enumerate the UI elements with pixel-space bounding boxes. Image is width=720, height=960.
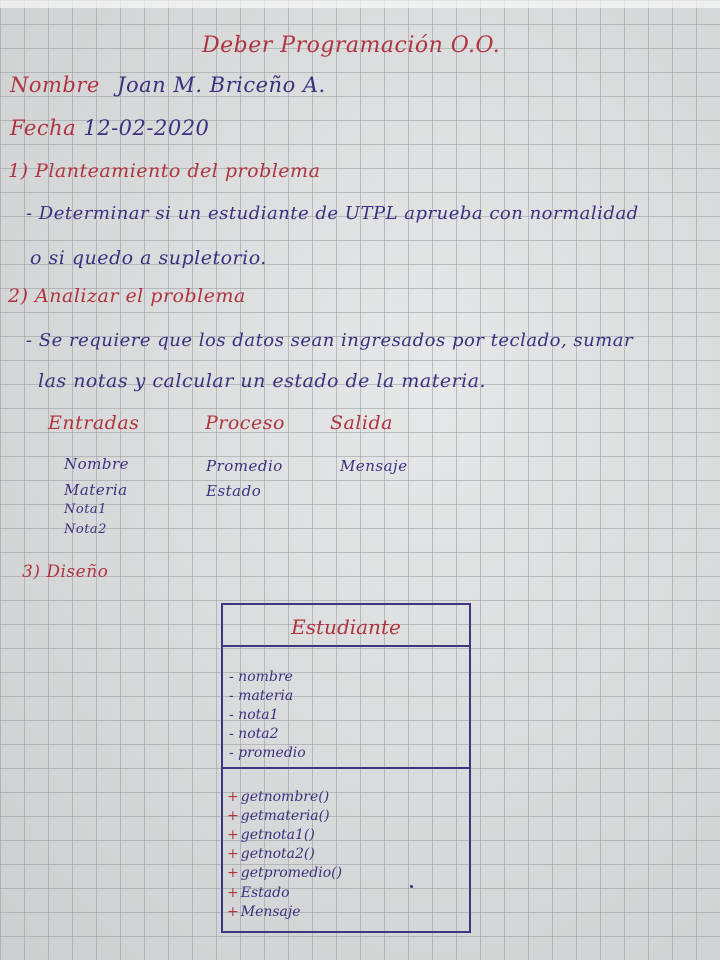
entrada-item: Materia [64, 481, 128, 499]
uml-method: + getmateria() [227, 808, 330, 824]
fecha-line: Fecha 12-02-2020 [10, 116, 209, 140]
uml-attribute: - nota1 [229, 707, 279, 723]
nombre-label: Nombre [10, 73, 100, 97]
header-salida: Salida [330, 412, 393, 434]
uml-attribute: - promedio [229, 745, 306, 761]
method-prefix: + [227, 827, 239, 843]
uml-method-label: getmateria() [240, 808, 330, 824]
ink-dot [410, 885, 413, 888]
section-2-heading: 2) Analizar el problema [8, 285, 246, 307]
uml-method: + Mensaje [227, 904, 301, 920]
uml-method-label: Estado [240, 885, 290, 901]
uml-method: + getnombre() [227, 789, 329, 805]
method-prefix: + [227, 808, 239, 824]
uml-class-name: Estudiante [291, 615, 401, 639]
salida-item: Mensaje [340, 457, 408, 475]
uml-attribute: - nombre [229, 669, 293, 685]
method-prefix: + [227, 846, 239, 862]
uml-class-diagram: Estudiante - nombre - materia - nota1 - … [221, 603, 471, 933]
uml-method: + getpromedio() [227, 865, 342, 881]
uml-method-label: getpromedio() [240, 865, 343, 881]
uml-method-label: getnota1() [240, 827, 315, 843]
entrada-item: Nota2 [64, 522, 107, 537]
header-proceso: Proceso [205, 412, 285, 434]
section-3-heading: 3) Diseño [22, 562, 109, 582]
uml-method-label: getnota2() [240, 846, 315, 862]
fecha-value: 12-02-2020 [83, 116, 210, 140]
page-title: Deber Programación O.O. [202, 33, 501, 58]
section-2-line-2: las notas y calcular un estado de la mat… [38, 370, 487, 392]
method-prefix: + [227, 789, 239, 805]
uml-method: + Estado [227, 885, 290, 901]
method-prefix: + [227, 865, 239, 881]
uml-divider [223, 645, 469, 647]
section-1-heading: 1) Planteamiento del problema [8, 160, 321, 182]
fecha-label: Fecha [10, 116, 77, 140]
uml-method-label: getnombre() [240, 789, 330, 805]
section-2-line-1: - Se requiere que los datos sean ingresa… [26, 330, 634, 351]
uml-attribute: - materia [229, 688, 294, 704]
proceso-item: Estado [206, 482, 262, 500]
section-1-line-2: o si quedo a supletorio. [30, 247, 267, 269]
paper-top-edge [0, 0, 720, 8]
section-1-line-1: - Determinar si un estudiante de UTPL ap… [26, 203, 639, 224]
uml-attribute: - nota2 [229, 726, 279, 742]
uml-method-label: Mensaje [240, 904, 301, 920]
uml-divider [223, 767, 469, 769]
proceso-item: Promedio [206, 457, 283, 475]
uml-method: + getnota2() [227, 846, 315, 862]
header-entradas: Entradas [48, 412, 140, 434]
method-prefix: + [227, 885, 239, 901]
entrada-item: Nombre [64, 455, 130, 473]
method-prefix: + [227, 904, 239, 920]
uml-method: + getnota1() [227, 827, 315, 843]
entrada-item: Nota1 [64, 502, 107, 517]
nombre-value: Joan M. Briceño A. [117, 73, 326, 97]
nombre-line: Nombre Joan M. Briceño A. [10, 73, 326, 97]
